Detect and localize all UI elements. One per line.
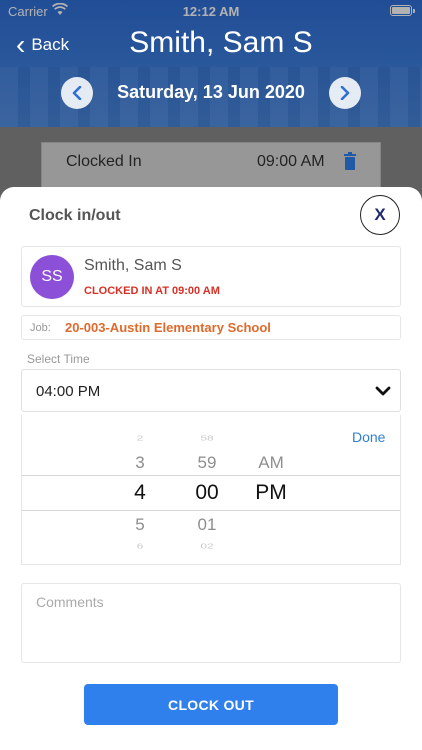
back-label: Back [31, 35, 70, 54]
close-button[interactable]: X [360, 195, 400, 235]
job-row: Job: 20-003-Austin Elementary School [21, 315, 401, 340]
picker-hour-option[interactable]: 6 [110, 542, 170, 550]
picker-ampm-selected[interactable]: PM [241, 481, 301, 505]
clock-sheet: Clock in/out X SS Smith, Sam S CLOCKED I… [0, 187, 422, 750]
time-select[interactable]: 04:00 PM [21, 369, 401, 412]
user-card: SS Smith, Sam S CLOCKED IN AT 09:00 AM [21, 246, 401, 307]
clocked-in-card: Clocked In 09:00 AM [41, 142, 381, 188]
time-picker[interactable]: Done 2 3 4 5 6 58 59 00 01 02 AM PM [21, 415, 401, 565]
chevron-left-icon: ‹ [16, 29, 26, 60]
user-name: Smith, Sam S [84, 257, 182, 274]
chevron-right-icon [340, 86, 350, 100]
clocked-in-time: 09:00 AM [257, 153, 325, 170]
picker-minute-option[interactable]: 58 [177, 434, 237, 442]
picker-ampm-option[interactable]: AM [241, 453, 301, 473]
picker-hour-option[interactable]: 2 [110, 434, 170, 442]
header: Carrier 12:12 AM ‹ Back Smith, Sam S Sat… [0, 0, 422, 127]
picker-hour-option[interactable]: 5 [110, 515, 170, 535]
status-bar: Carrier 12:12 AM [0, 0, 422, 22]
picker-hour-option[interactable]: 3 [110, 453, 170, 473]
comments-field[interactable]: Comments [21, 583, 401, 663]
picker-hour-selected[interactable]: 4 [110, 481, 170, 505]
page-title: Smith, Sam S [129, 26, 313, 59]
clocked-in-label: Clocked In [66, 153, 142, 170]
job-value: 20-003-Austin Elementary School [65, 320, 271, 335]
date-navigation: Saturday, 13 Jun 2020 [0, 76, 422, 110]
time-select-value: 04:00 PM [36, 383, 101, 400]
clock-time: 12:12 AM [182, 4, 240, 19]
picker-minute-selected[interactable]: 00 [177, 481, 237, 505]
select-time-label: Select Time [27, 352, 90, 366]
clock-status: CLOCKED IN AT 09:00 AM [84, 285, 220, 297]
battery-icon [390, 5, 415, 16]
back-button[interactable]: ‹ Back [16, 30, 69, 60]
sheet-title: Clock in/out [29, 207, 121, 224]
trash-icon[interactable] [344, 152, 356, 170]
job-label: Job: [30, 322, 51, 334]
picker-minute-option[interactable]: 01 [177, 515, 237, 535]
done-button[interactable]: Done [352, 429, 385, 445]
picker-minute-option[interactable]: 59 [177, 453, 237, 473]
comments-placeholder: Comments [36, 594, 104, 610]
next-day-button[interactable] [329, 77, 361, 109]
avatar: SS [30, 255, 74, 299]
chevron-down-icon [375, 386, 391, 396]
picker-minute-option[interactable]: 02 [177, 542, 237, 550]
clock-out-button[interactable]: CLOCK OUT [84, 684, 338, 725]
